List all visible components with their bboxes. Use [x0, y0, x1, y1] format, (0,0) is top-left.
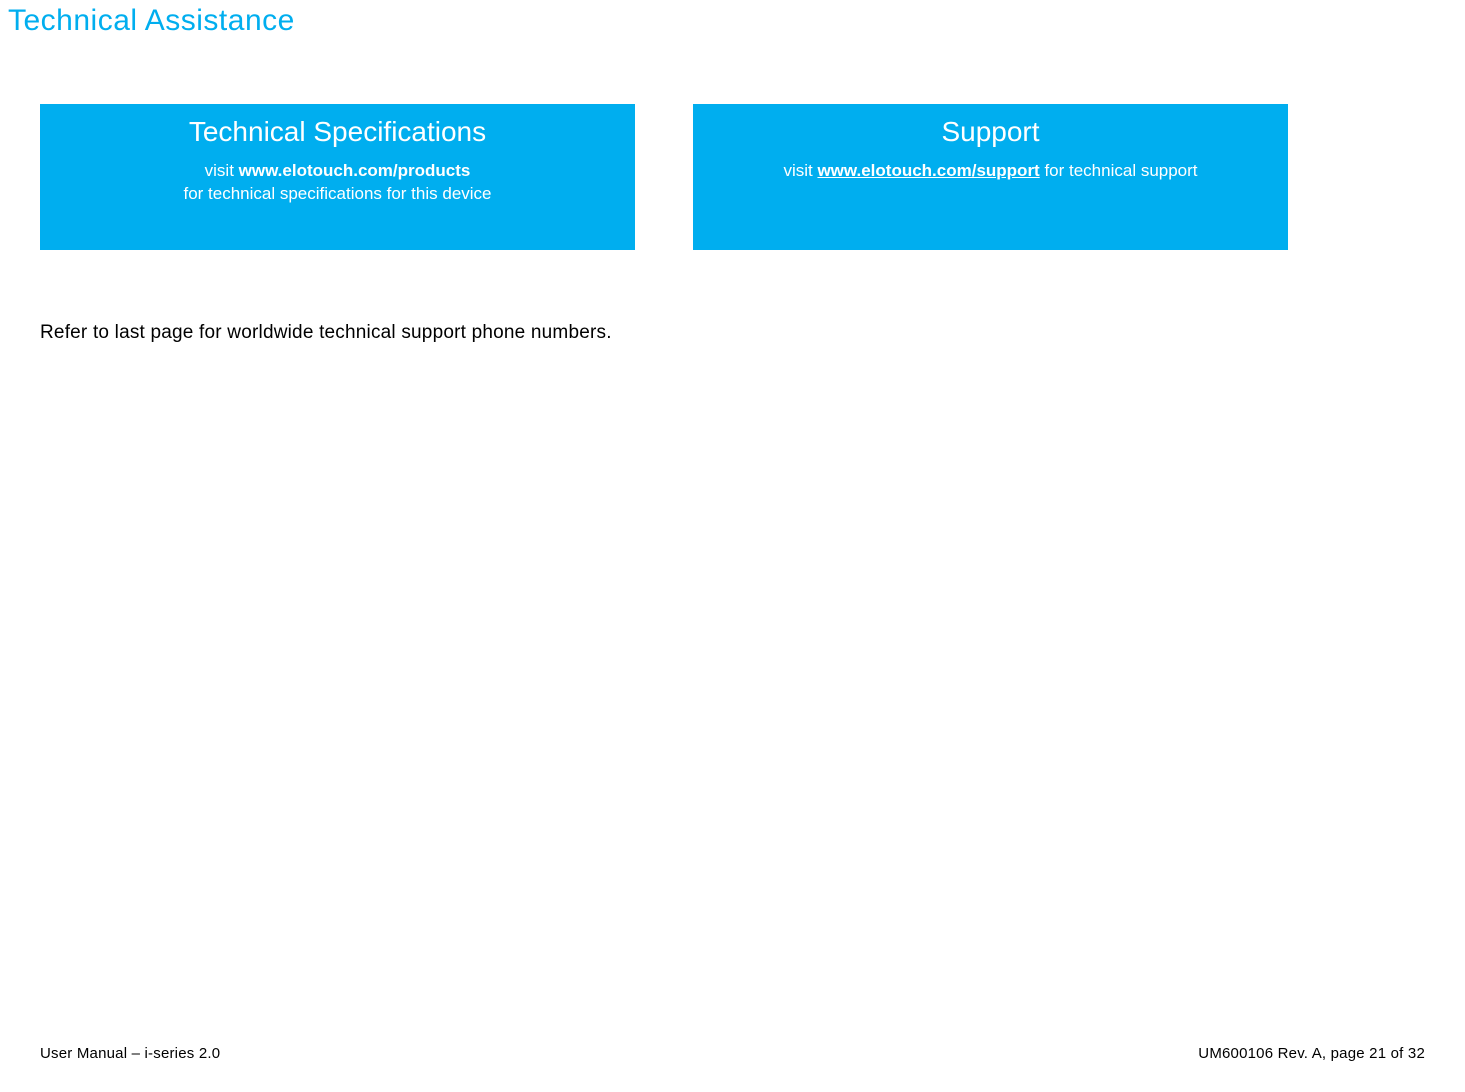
- note-text: Refer to last page for worldwide technic…: [0, 250, 1465, 344]
- support-url[interactable]: www.elotouch.com/support: [817, 161, 1039, 180]
- support-suffix: for technical support: [1040, 161, 1198, 180]
- tech-specs-visit-text: visit: [205, 161, 239, 180]
- tech-specs-body: visit www.elotouch.com/products for tech…: [40, 160, 635, 206]
- page-title: Technical Assistance: [0, 0, 1465, 38]
- support-card: Support visit www.elotouch.com/support f…: [693, 104, 1288, 250]
- tech-specs-url[interactable]: www.elotouch.com/products: [239, 161, 471, 180]
- cards-container: Technical Specifications visit www.eloto…: [0, 38, 1465, 250]
- support-title: Support: [693, 116, 1288, 148]
- footer-right: UM600106 Rev. A, page 21 of 32: [1198, 1045, 1425, 1062]
- footer-left: User Manual – i-series 2.0: [40, 1045, 220, 1062]
- footer: User Manual – i-series 2.0 UM600106 Rev.…: [40, 1045, 1425, 1062]
- support-visit-text: visit: [783, 161, 817, 180]
- support-body: visit www.elotouch.com/support for techn…: [693, 160, 1288, 183]
- tech-specs-title: Technical Specifications: [40, 116, 635, 148]
- tech-specs-card: Technical Specifications visit www.eloto…: [40, 104, 635, 250]
- tech-specs-line2: for technical specifications for this de…: [183, 184, 491, 203]
